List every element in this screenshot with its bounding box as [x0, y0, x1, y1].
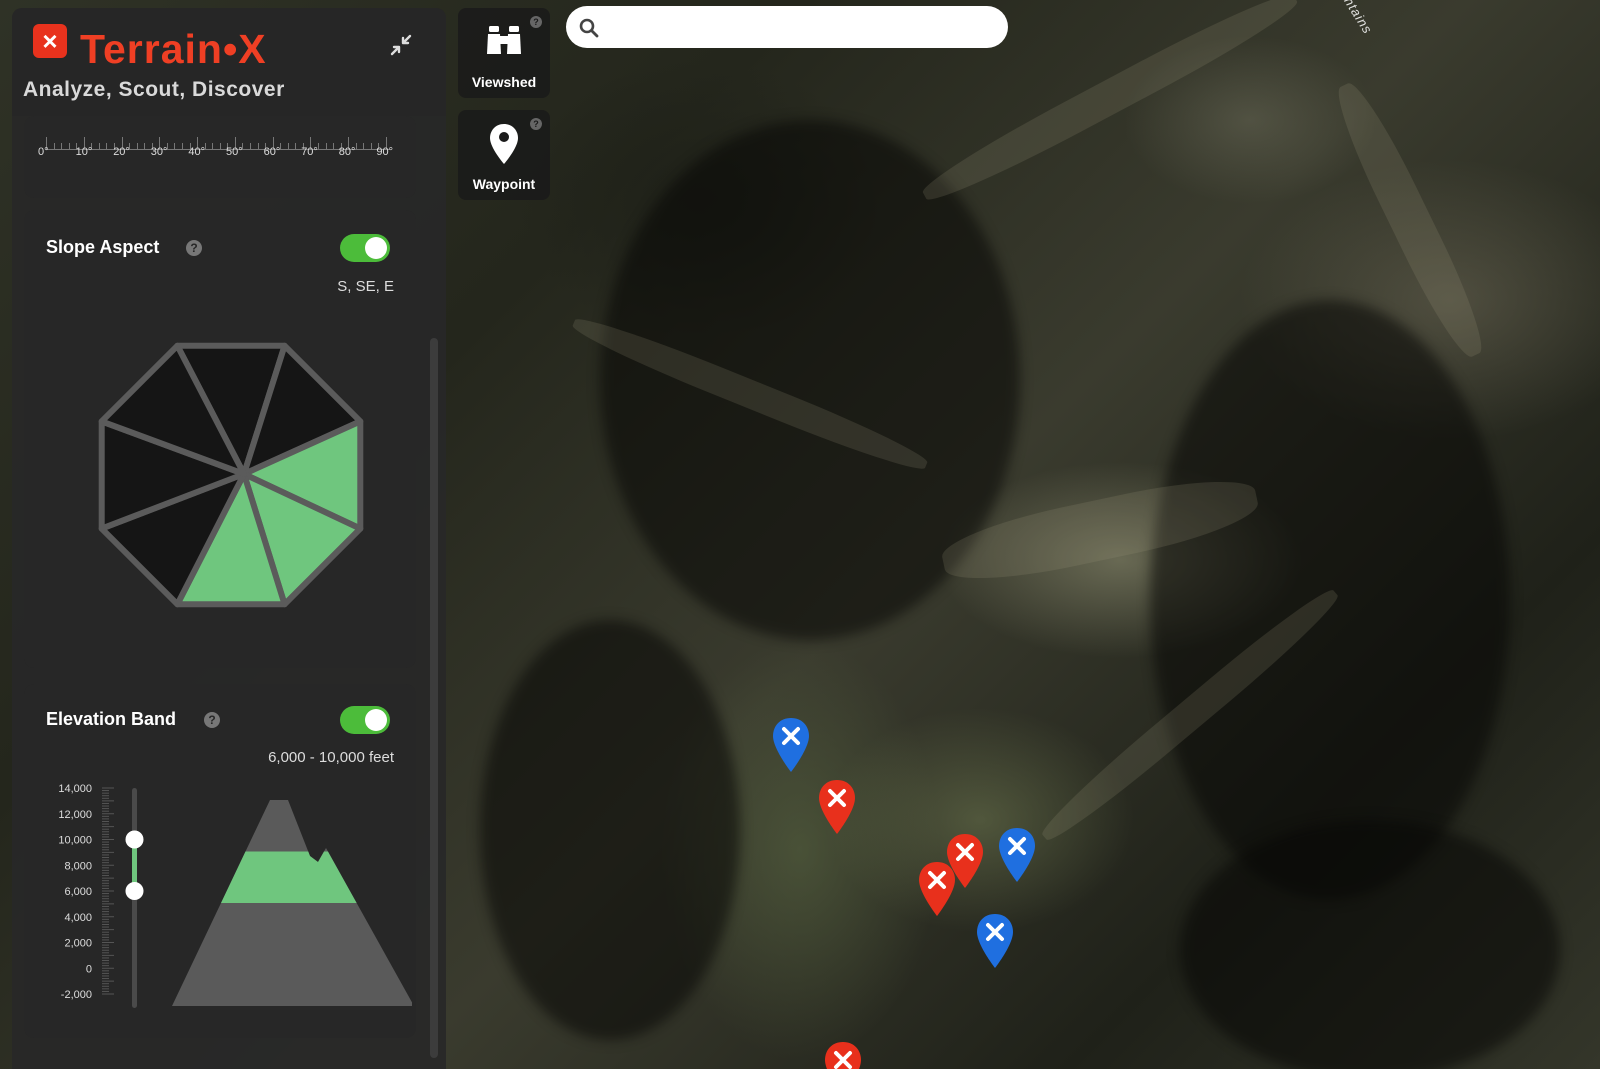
marker-pin-shape [819, 780, 855, 834]
ruler-tick [174, 143, 176, 149]
map-marker-red[interactable] [822, 1040, 864, 1069]
marker-pin-shape [977, 914, 1013, 968]
slope-angle-label: 90° [376, 146, 394, 158]
ruler-tick [257, 143, 259, 149]
map-marker-blue[interactable] [974, 912, 1016, 970]
map-shadow [1180, 820, 1560, 1069]
elevation-band-highlight [172, 851, 412, 903]
ruler-tick [333, 143, 335, 149]
slope-angle-label: 60° [263, 146, 281, 158]
ruler-tick [53, 143, 55, 149]
elevation-band-chart[interactable]: 14,000 12,000 10,000 8,000 6,000 4,000 2,000 0 -… [40, 778, 412, 1018]
ruler-tick [98, 143, 100, 149]
ruler-tick [250, 143, 251, 149]
elevation-axis-label: 10,000 [58, 835, 92, 847]
ruler-tick [106, 143, 108, 149]
elevation-min-handle[interactable] [125, 882, 144, 900]
slope-angle-card: 0° 10° 20° 30° 40° 50° 60° 70° 80° 90° [24, 116, 416, 198]
ruler-tick [182, 143, 183, 149]
slope-angle-label: 70° [301, 146, 318, 158]
collapse-icon[interactable] [388, 32, 414, 58]
elevation-band-card: Elevation Band ? 6,000 - 10,000 feet 14,… [24, 684, 416, 1038]
ruler-tick [370, 143, 372, 149]
marker-pin-shape [919, 862, 955, 916]
toggle-knob [365, 237, 387, 259]
viewshed-help-icon[interactable]: ? [530, 16, 542, 28]
map-place-label: ntains [1341, 0, 1376, 37]
slope-angle-label: 20° [113, 146, 130, 158]
slope-aspect-value: S, SE, E [337, 278, 394, 295]
viewshed-button[interactable]: ? Viewshed [458, 8, 550, 98]
elevation-axis-label: 0 [86, 963, 92, 975]
slope-angle-label: 10° [75, 146, 93, 158]
elevation-band-value: 6,000 - 10,000 feet [268, 749, 394, 766]
elevation-axis-label: 2,000 [64, 938, 92, 950]
app-tagline: Analyze, Scout, Discover [23, 78, 285, 101]
marker-pin-shape [825, 1042, 861, 1069]
elevation-max-handle[interactable] [125, 830, 144, 849]
map-marker-red[interactable] [916, 860, 958, 918]
elevation-band-title: Elevation Band [46, 709, 177, 729]
waypoint-label: Waypoint [472, 176, 536, 192]
viewshed-label: Viewshed [471, 74, 537, 90]
brand-header: × Terrain•X Analyze, Scout, Discover [12, 8, 446, 116]
marker-pin-shape [773, 718, 809, 772]
ruler-tick [280, 143, 282, 149]
ruler-tick [318, 143, 319, 149]
elevation-axis-label: 6,000 [64, 886, 92, 898]
slope-angle-label: 0° [38, 146, 49, 158]
waypoint-help-icon[interactable]: ? [530, 118, 542, 130]
app-title: Terrain•X [80, 26, 267, 72]
marker-pin-shape [999, 828, 1035, 882]
slope-angle-label: 50° [226, 146, 243, 158]
slope-aspect-help-icon[interactable]: ? [186, 240, 202, 256]
map-marker-blue[interactable] [770, 716, 812, 774]
ruler-tick [325, 143, 327, 149]
elevation-axis-label: 8,000 [64, 860, 92, 872]
ruler-tick [295, 143, 297, 149]
slope-aspect-wheel[interactable] [86, 330, 376, 620]
ruler-tick [136, 143, 138, 149]
side-panel: × Terrain•X Analyze, Scout, Discover 0° 1… [12, 8, 446, 1069]
elevation-axis-label: 14,000 [58, 783, 92, 795]
toggle-knob [365, 709, 387, 731]
ruler-tick [212, 143, 214, 149]
elevation-axis-label: 4,000 [64, 912, 92, 924]
ruler-tick [287, 143, 289, 149]
map-marker-blue[interactable] [996, 826, 1038, 884]
map-marker-red[interactable] [816, 778, 858, 836]
brand-logo-icon: × [33, 24, 67, 58]
ruler-tick [61, 143, 63, 149]
panel-scrollbar[interactable] [430, 338, 438, 1058]
slope-angle-label: 30° [150, 146, 168, 158]
ruler-tick [219, 143, 221, 149]
elevation-band-help-icon[interactable]: ? [204, 712, 220, 728]
slope-aspect-title: Slope Aspect [46, 237, 160, 257]
binoculars-icon [487, 26, 521, 54]
ruler-tick [363, 143, 365, 149]
slope-angle-label: 80° [338, 146, 356, 158]
search-bar[interactable] [566, 6, 1008, 48]
elevation-band-toggle[interactable] [340, 706, 390, 734]
ruler-tick [355, 143, 357, 149]
search-icon [579, 18, 599, 38]
slope-angle-label: 40° [188, 146, 206, 158]
elevation-axis-label: 12,000 [58, 809, 92, 821]
slope-aspect-toggle[interactable] [340, 234, 390, 262]
waypoint-button[interactable]: ? Waypoint [458, 110, 550, 200]
map-shadow [480, 620, 740, 1040]
map-pin-icon [490, 124, 518, 164]
search-input[interactable] [606, 14, 996, 40]
ruler-tick [68, 143, 70, 149]
slope-aspect-card: Slope Aspect ? S, SE, E [24, 210, 416, 668]
ruler-tick [144, 143, 146, 149]
elevation-axis-label: -2,000 [61, 989, 92, 1001]
